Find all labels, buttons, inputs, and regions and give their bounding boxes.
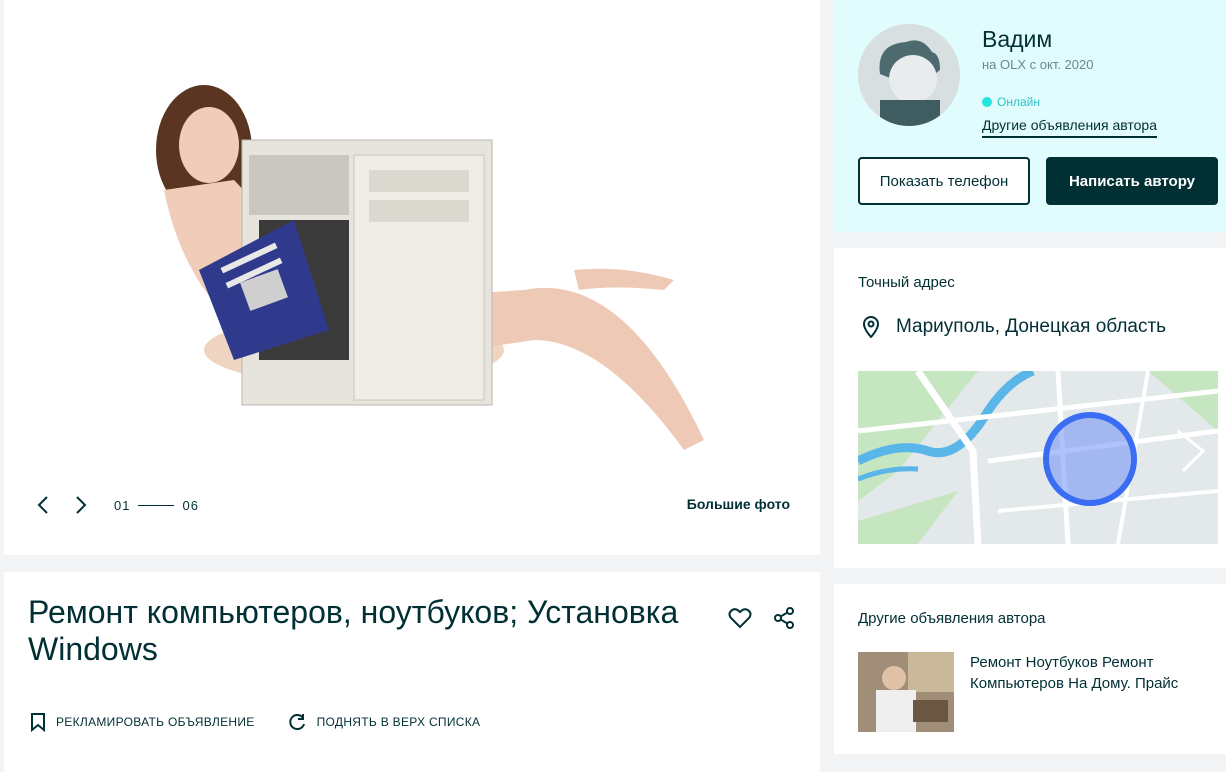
location-map[interactable] — [858, 371, 1218, 544]
show-phone-button[interactable]: Показать телефон — [858, 157, 1030, 205]
ad-title: Ремонт компьютеров, ноутбуков; Установка… — [28, 594, 679, 667]
other-ad-photo — [858, 652, 954, 732]
photo-counter: 01 06 — [114, 498, 199, 513]
address-card: Точный адрес Мариуполь, Донецкая область — [834, 248, 1226, 568]
other-ads-heading: Другие объявления автора — [858, 610, 1046, 627]
write-author-button[interactable]: Написать автору — [1046, 157, 1218, 205]
share-button[interactable] — [772, 606, 796, 630]
other-ad-title: Ремонт Ноутбуков Ремонт Компьютеров На Д… — [970, 654, 1179, 692]
photo-counter-current: 01 — [114, 497, 131, 513]
seller-online-label: Онлайн — [997, 95, 1040, 109]
favorite-button[interactable] — [728, 606, 752, 630]
address-row: Мариуполь, Донецкая область — [862, 316, 1166, 338]
promote-ad-label: РЕКЛАМИРОВАТЬ ОБЪЯВЛЕНИЕ — [56, 715, 255, 729]
avatar — [858, 24, 960, 126]
ad-icon-actions — [728, 606, 796, 630]
photo-counter-total: 06 — [182, 497, 199, 513]
user-placeholder-icon — [858, 24, 960, 126]
seller-online-status: Онлайн — [982, 95, 1040, 109]
address-heading: Точный адрес — [858, 274, 955, 291]
seller-since: на OLX с окт. 2020 — [982, 57, 1094, 72]
chevron-left-icon — [37, 496, 48, 514]
photo-counter-divider — [138, 504, 175, 506]
heart-icon — [728, 608, 752, 629]
promote-ad-button[interactable]: РЕКЛАМИРОВАТЬ ОБЪЯВЛЕНИЕ — [30, 712, 255, 732]
gallery-controls: 01 06 — [32, 490, 199, 520]
location-pin-icon — [862, 316, 880, 338]
map-image — [858, 371, 1218, 544]
photo-gallery: 01 06 Большие фото — [4, 0, 820, 555]
big-photos-link[interactable]: Большие фото — [687, 496, 790, 512]
other-ads-link[interactable]: Другие объявления автора — [982, 117, 1158, 138]
prev-photo-button[interactable] — [32, 490, 54, 520]
seller-name: Вадим — [982, 26, 1053, 52]
bump-ad-label: ПОДНЯТЬ В ВЕРХ СПИСКА — [316, 715, 481, 729]
refresh-icon — [288, 714, 305, 731]
bookmark-icon — [31, 713, 45, 732]
next-photo-button[interactable] — [70, 490, 92, 520]
ad-info-card: Ремонт компьютеров, ноутбуков; Установка… — [4, 572, 820, 772]
other-ads-card: Другие объявления автора Ремонт Ноутбуко… — [834, 584, 1226, 754]
online-dot-icon — [982, 97, 992, 107]
share-icon — [774, 607, 794, 629]
other-ad-thumbnail — [858, 652, 954, 732]
bump-ad-button[interactable]: ПОДНЯТЬ В ВЕРХ СПИСКА — [287, 712, 481, 732]
address-location: Мариуполь, Донецкая область — [896, 316, 1167, 337]
ad-secondary-actions: РЕКЛАМИРОВАТЬ ОБЪЯВЛЕНИЕ ПОДНЯТЬ В ВЕРХ … — [30, 712, 480, 732]
chevron-right-icon — [76, 496, 87, 514]
seller-card: Вадим на OLX с окт. 2020 Онлайн Другие о… — [834, 0, 1226, 232]
other-ad-item[interactable]: Ремонт Ноутбуков Ремонт Компьютеров На Д… — [858, 652, 1210, 732]
ad-main-photo[interactable] — [104, 40, 784, 460]
